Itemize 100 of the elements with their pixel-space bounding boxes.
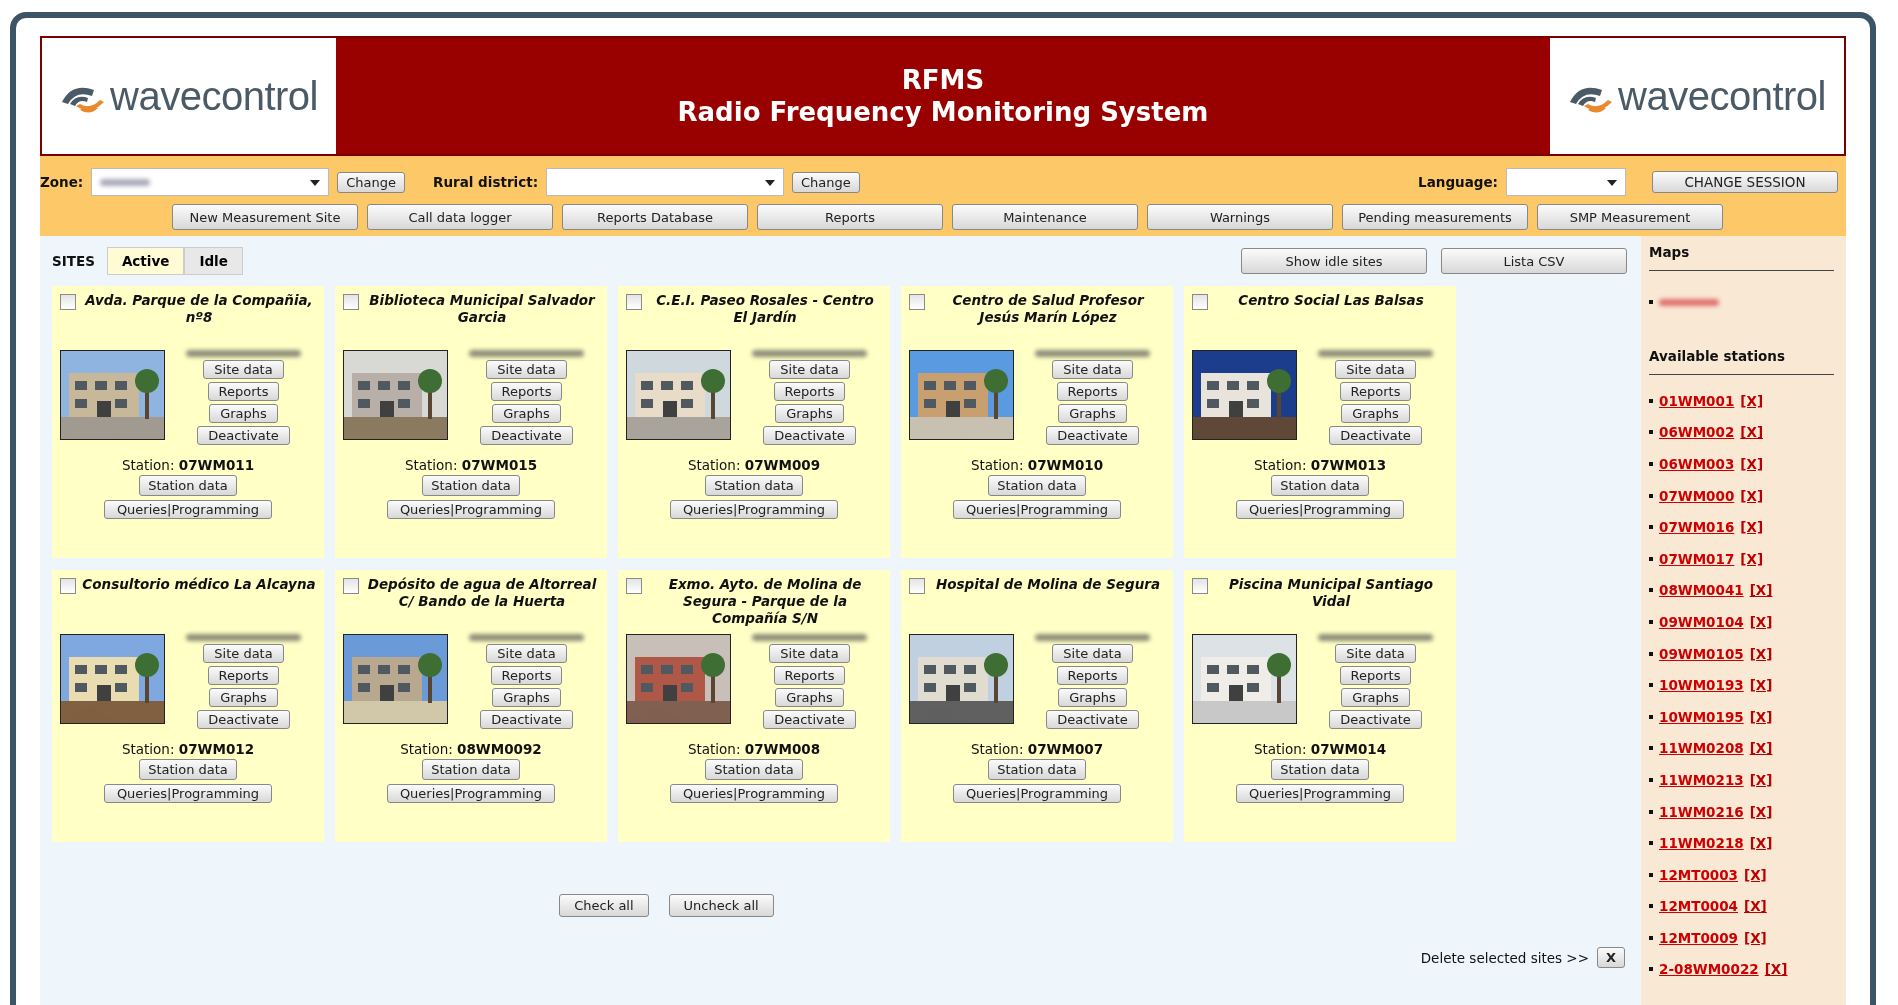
nav-button[interactable]: New Measurement Site [172,204,358,230]
site-action-button[interactable]: Deactivate [197,426,290,445]
nav-button[interactable]: Warnings [1147,204,1333,230]
remove-link[interactable]: [X] [1740,519,1764,536]
site-action-button[interactable]: Reports [490,382,563,401]
site-action-button[interactable]: Graphs [775,688,844,707]
site-action-button[interactable]: Reports [490,666,563,685]
remove-link[interactable]: [X] [1749,740,1773,757]
nav-button[interactable]: Reports Database [562,204,748,230]
site-action-button[interactable]: Reports [207,666,280,685]
bulk-button[interactable]: Uncheck all [668,894,774,917]
site-action-button[interactable]: Deactivate [197,710,290,729]
site-action-button[interactable]: Deactivate [763,710,856,729]
checkbox[interactable] [343,294,359,310]
remove-link[interactable]: [X] [1749,708,1773,725]
queries-programming-button[interactable]: Queries|Programming [1235,784,1405,803]
checkbox[interactable] [60,578,76,594]
queries-programming-button[interactable]: Queries|Programming [386,784,556,803]
tab[interactable]: Active [106,247,185,275]
station-link[interactable]: 06WM002 [1659,424,1735,441]
remove-link[interactable]: [X] [1749,803,1773,820]
site-action-button[interactable]: Graphs [1058,688,1127,707]
change-session-button[interactable]: CHANGE SESSION [1652,171,1838,193]
station-link[interactable]: 09WM0104 [1659,613,1744,630]
site-action-button[interactable]: Reports [1056,666,1129,685]
remove-link[interactable]: [X] [1740,392,1764,409]
site-action-button[interactable]: Graphs [1058,404,1127,423]
site-action-button[interactable]: Deactivate [480,710,573,729]
station-data-button[interactable]: Station data [422,475,520,496]
queries-programming-button[interactable]: Queries|Programming [386,500,556,519]
remove-link[interactable]: [X] [1749,613,1773,630]
checkbox[interactable] [1192,294,1208,310]
queries-programming-button[interactable]: Queries|Programming [103,784,273,803]
remove-link[interactable]: [X] [1764,961,1788,978]
action-button[interactable]: Show idle sites [1241,248,1427,274]
site-action-button[interactable]: Deactivate [763,426,856,445]
station-link[interactable]: 07WM000 [1659,487,1735,504]
remove-link[interactable]: [X] [1740,487,1764,504]
station-data-button[interactable]: Station data [705,759,803,780]
station-data-button[interactable]: Station data [988,759,1086,780]
remove-link[interactable]: [X] [1744,929,1767,946]
station-data-button[interactable]: Station data [705,475,803,496]
station-data-button[interactable]: Station data [139,759,237,780]
station-link[interactable]: 09WM0105 [1659,645,1744,662]
checkbox[interactable] [909,578,925,594]
station-data-button[interactable]: Station data [139,475,237,496]
station-link[interactable]: 11WM0218 [1659,835,1744,852]
nav-button[interactable]: SMP Measurement [1537,204,1723,230]
site-action-button[interactable]: Deactivate [1329,710,1422,729]
remove-link[interactable]: [X] [1744,866,1767,883]
station-link[interactable]: 12MT0004 [1659,898,1738,915]
site-action-button[interactable]: Reports [773,382,846,401]
queries-programming-button[interactable]: Queries|Programming [669,500,839,519]
site-action-button[interactable]: Site data [769,360,850,379]
site-action-button[interactable]: Site data [203,360,284,379]
remove-link[interactable]: [X] [1744,898,1767,915]
checkbox[interactable] [343,578,359,594]
site-action-button[interactable]: Graphs [1341,688,1410,707]
site-action-button[interactable]: Deactivate [480,426,573,445]
site-action-button[interactable]: Site data [1335,360,1416,379]
change-button[interactable]: Change [792,171,860,193]
remove-link[interactable]: [X] [1740,456,1764,472]
site-action-button[interactable]: Graphs [492,404,561,423]
site-action-button[interactable]: Graphs [1341,404,1410,423]
remove-link[interactable]: [X] [1740,550,1764,567]
site-action-button[interactable]: Site data [486,644,567,663]
station-link[interactable]: 07WM016 [1659,519,1735,536]
site-action-button[interactable]: Deactivate [1046,710,1139,729]
queries-programming-button[interactable]: Queries|Programming [669,784,839,803]
remove-link[interactable]: [X] [1740,424,1764,441]
station-link[interactable]: 11WM0216 [1659,803,1744,820]
bulk-button[interactable]: Check all [559,894,649,917]
checkbox[interactable] [626,294,642,310]
nav-button[interactable]: Pending measurements [1342,204,1528,230]
station-data-button[interactable]: Station data [988,475,1086,496]
tab[interactable]: Idle [184,247,243,275]
queries-programming-button[interactable]: Queries|Programming [952,784,1122,803]
station-data-button[interactable]: Station data [422,759,520,780]
station-data-button[interactable]: Station data [1271,759,1369,780]
site-action-button[interactable]: Site data [1335,644,1416,663]
site-action-button[interactable]: Site data [769,644,850,663]
queries-programming-button[interactable]: Queries|Programming [103,500,273,519]
site-action-button[interactable]: Site data [203,644,284,663]
remove-link[interactable]: [X] [1749,771,1773,788]
action-button[interactable]: Lista CSV [1441,248,1627,274]
station-link[interactable]: 08WM0041 [1659,582,1744,599]
site-action-button[interactable]: Graphs [209,404,278,423]
remove-link[interactable]: [X] [1749,645,1773,662]
site-action-button[interactable]: Deactivate [1046,426,1139,445]
nav-button[interactable]: Reports [757,204,943,230]
station-link[interactable]: 10WM0193 [1659,677,1744,694]
station-link[interactable]: 06WM003 [1659,456,1735,472]
station-link[interactable]: 12MT0009 [1659,929,1738,946]
site-action-button[interactable]: Graphs [209,688,278,707]
station-data-button[interactable]: Station data [1271,475,1369,496]
delete-button[interactable]: X [1596,947,1625,968]
checkbox[interactable] [626,578,642,594]
remove-link[interactable]: [X] [1749,582,1773,599]
station-link[interactable]: 10WM0195 [1659,708,1744,725]
checkbox[interactable] [1192,578,1208,594]
